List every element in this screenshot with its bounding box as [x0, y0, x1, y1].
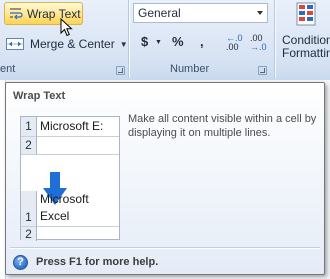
wrap-text-example: 1 Microsoft E: 2 1 Microsoft Excel 2 — [20, 116, 120, 241]
example-cell — [37, 227, 119, 241]
currency-format-button[interactable]: $ — [141, 34, 148, 49]
chevron-down-icon — [257, 11, 263, 15]
alignment-dialog-launcher-icon[interactable] — [116, 66, 125, 75]
decrease-decimal-bottom: →.0 — [250, 42, 267, 52]
merge-center-label: Merge & Center — [30, 37, 115, 51]
row-header: 1 — [21, 117, 37, 137]
number-format-select[interactable]: General — [133, 3, 268, 23]
number-format-value: General — [138, 6, 181, 20]
increase-decimal-button[interactable]: ←.0 .00 — [226, 34, 243, 52]
number-dialog-launcher-icon[interactable] — [258, 66, 267, 75]
number-group-label: Number — [170, 63, 210, 75]
alignment-group-label: ent — [0, 63, 16, 75]
conditional-label-line2: Formattin — [282, 46, 330, 60]
tooltip-description: Make all content visible within a cell b… — [128, 113, 317, 139]
merge-center-icon — [6, 38, 24, 50]
group-divider — [128, 0, 129, 78]
tooltip-divider — [10, 247, 320, 248]
tooltip-title: Wrap Text — [13, 90, 66, 102]
comma-style-button[interactable]: , — [200, 34, 204, 49]
row-header: 2 — [21, 227, 37, 241]
row-header: 1 — [21, 191, 37, 227]
example-cell-wrapped: Microsoft Excel — [37, 191, 119, 227]
wrap-text-tooltip: Wrap Text 1 Microsoft E: 2 1 Microsoft E… — [5, 82, 325, 275]
merge-center-button[interactable]: Merge & Center ▼ — [6, 34, 128, 54]
conditional-formatting-button[interactable]: Condition Formattin — [282, 34, 330, 60]
example-cell — [37, 137, 119, 155]
wrap-text-icon — [9, 7, 23, 20]
chevron-down-icon[interactable]: ▼ — [155, 39, 162, 46]
conditional-formatting-icon[interactable] — [296, 2, 316, 26]
group-divider — [274, 0, 275, 78]
example-cell: Microsoft E: — [37, 117, 119, 137]
help-icon: ? — [13, 254, 28, 270]
tooltip-help: ? Press F1 for more help. — [13, 253, 158, 271]
percent-style-button[interactable]: % — [172, 34, 184, 49]
wrapped-line-2: Excel — [40, 209, 70, 223]
decrease-decimal-button[interactable]: .00 →.0 — [250, 34, 267, 52]
chevron-down-icon[interactable]: ▼ — [120, 40, 128, 49]
wrapped-line-1: Microsoft — [40, 192, 89, 206]
row-header: 2 — [21, 137, 37, 155]
help-text: Press F1 for more help. — [36, 256, 159, 268]
increase-decimal-bottom: .00 — [226, 42, 239, 52]
